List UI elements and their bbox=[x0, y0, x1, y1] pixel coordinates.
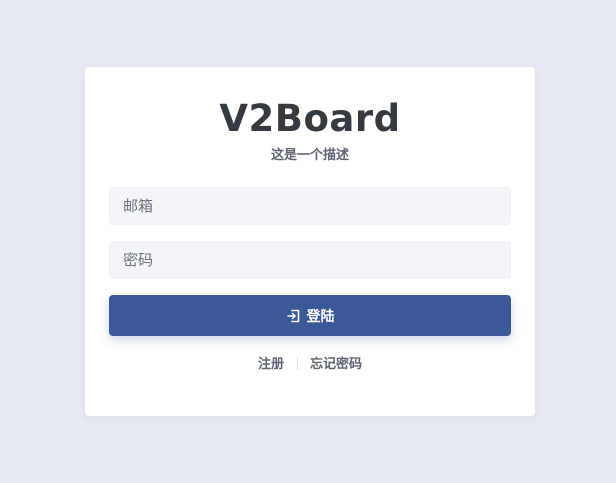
login-card: V2Board 这是一个描述 登陆 注册 忘记密码 bbox=[85, 67, 535, 416]
auth-links: 注册 忘记密码 bbox=[85, 356, 535, 374]
email-input[interactable] bbox=[109, 187, 511, 225]
site-description: 这是一个描述 bbox=[270, 148, 349, 163]
login-button-label: 登陆 bbox=[306, 308, 335, 325]
brand-title: V2Board bbox=[219, 97, 401, 140]
login-button[interactable]: 登陆 bbox=[109, 295, 511, 336]
forgot-password-link[interactable]: 忘记密码 bbox=[310, 357, 362, 372]
link-divider bbox=[296, 357, 298, 370]
password-input[interactable] bbox=[109, 241, 511, 279]
register-link[interactable]: 注册 bbox=[258, 357, 284, 372]
sign-in-icon bbox=[286, 308, 302, 324]
